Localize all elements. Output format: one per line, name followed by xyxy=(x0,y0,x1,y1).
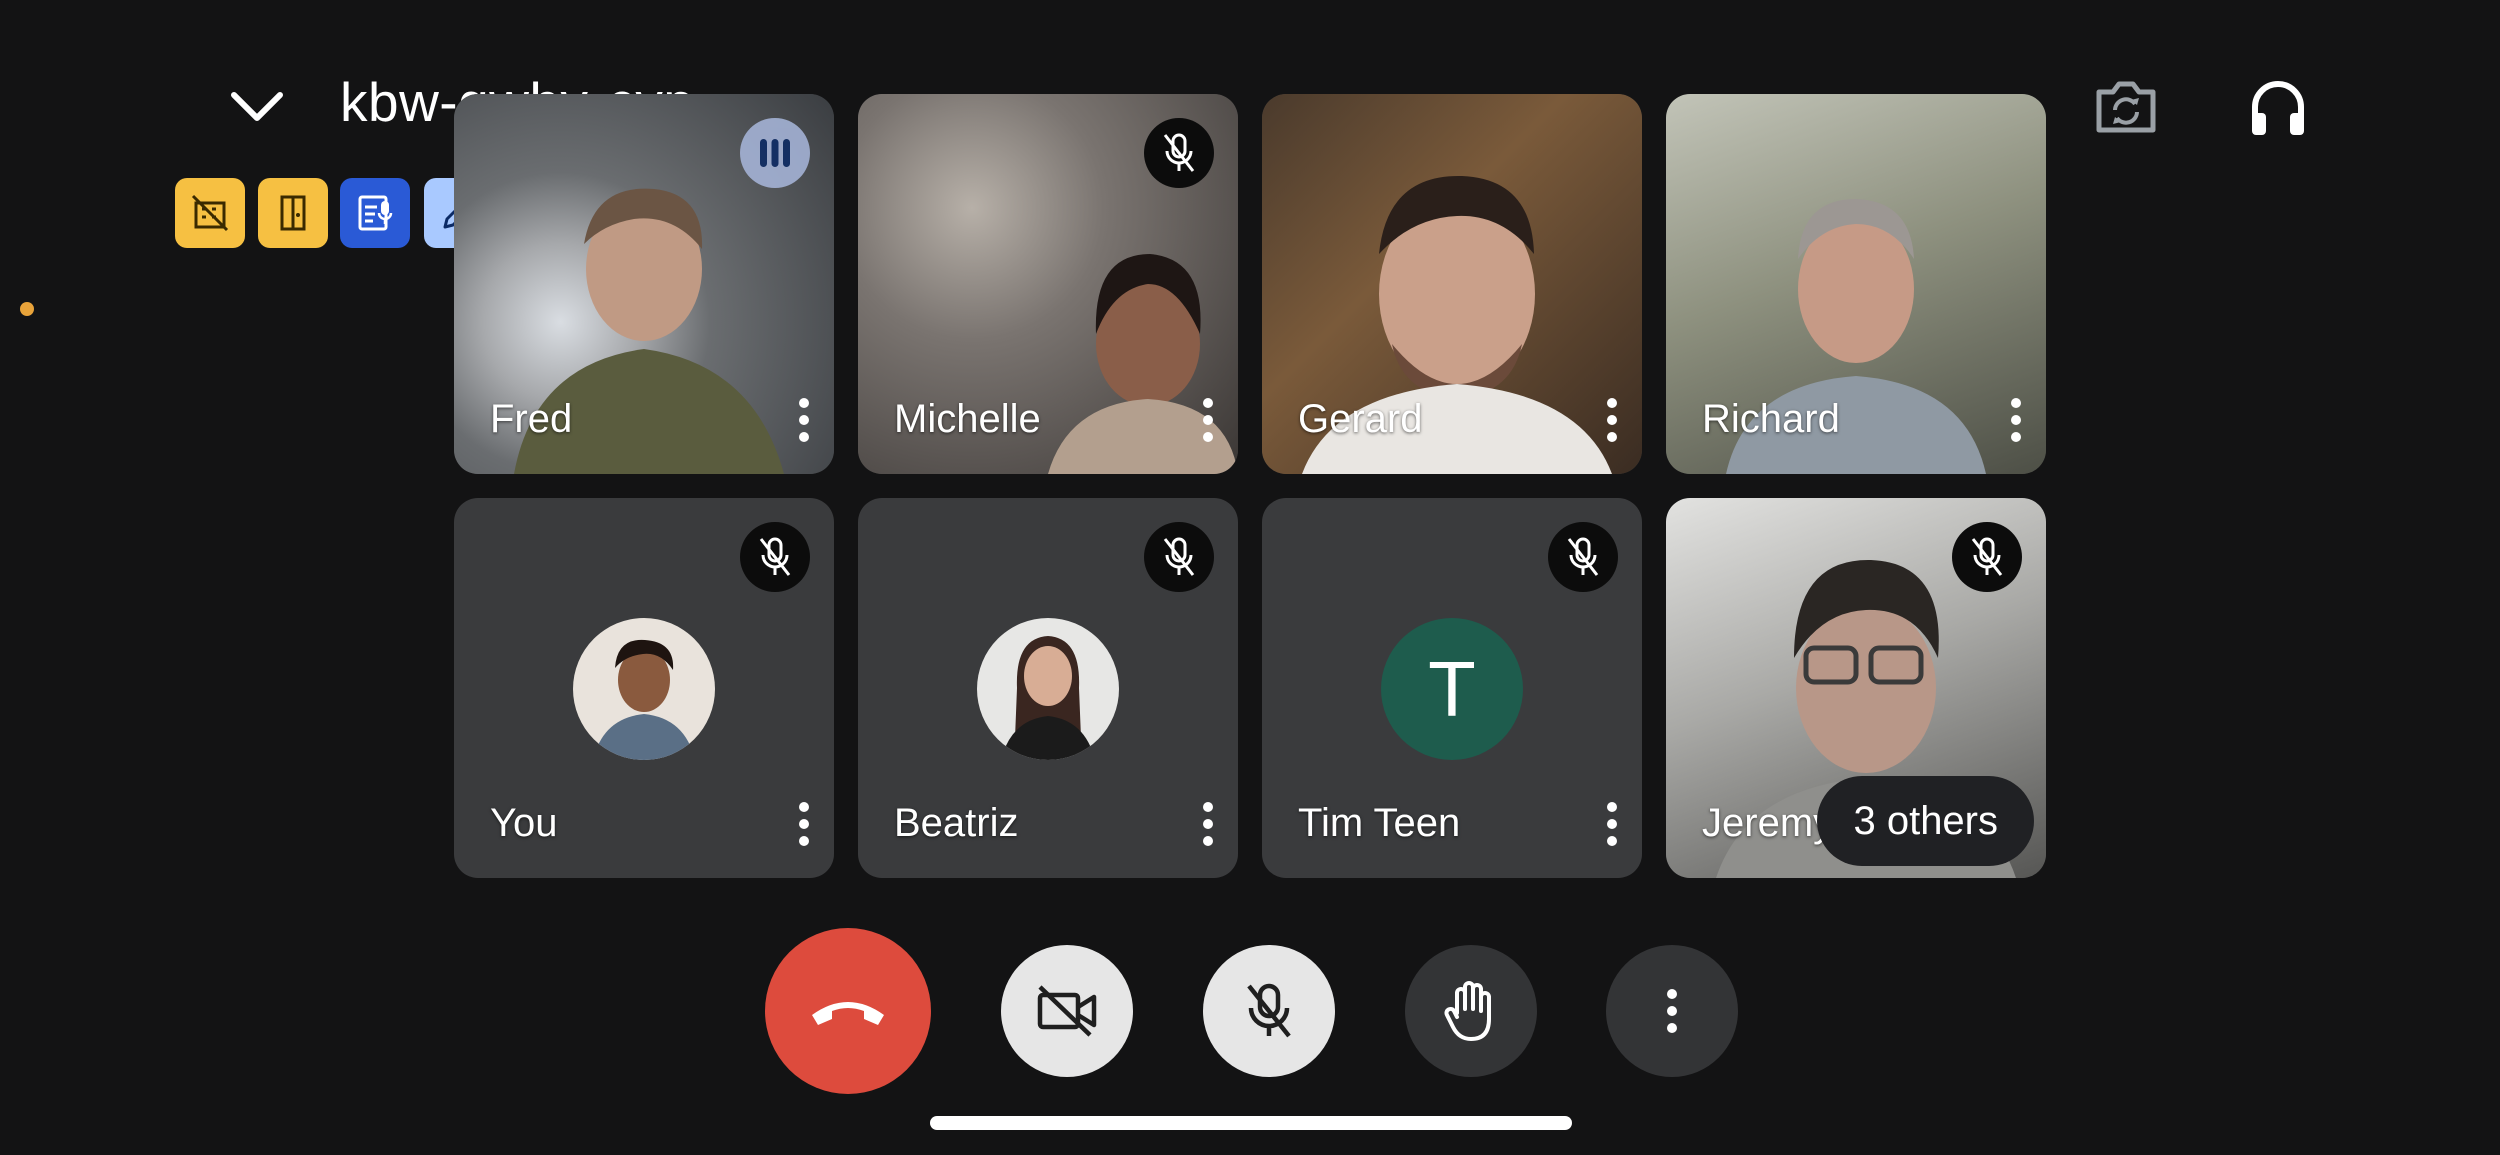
participant-name: Beatriz xyxy=(894,801,1019,845)
participant-name: Gerard xyxy=(1298,397,1423,441)
participant-options-button[interactable] xyxy=(784,796,824,852)
avatar xyxy=(573,618,715,760)
participant-tile-fred[interactable]: Fred xyxy=(454,94,834,474)
participant-name: Tim Teen xyxy=(1298,801,1461,845)
home-indicator[interactable] xyxy=(930,1116,1572,1130)
mic-off-icon xyxy=(1247,983,1291,1038)
participant-tile-richard[interactable]: Richard xyxy=(1666,94,2046,474)
others-count-badge[interactable]: 3 others xyxy=(1817,776,2034,866)
microphone-toggle-button[interactable] xyxy=(1203,945,1335,1077)
participant-options-button[interactable] xyxy=(784,392,824,448)
participant-options-button[interactable] xyxy=(1188,796,1228,852)
muted-indicator xyxy=(740,522,810,592)
avatar: T xyxy=(1381,618,1523,760)
mic-off-icon xyxy=(1567,537,1599,576)
phone-hangup-icon xyxy=(812,1002,884,1025)
collapse-button[interactable] xyxy=(222,78,292,136)
speaking-indicator xyxy=(740,118,810,188)
participant-options-button[interactable] xyxy=(1592,796,1632,852)
background-off-chip[interactable] xyxy=(175,178,245,248)
door-icon xyxy=(280,195,306,231)
more-vertical-icon xyxy=(1607,398,1617,442)
chevron-down-icon xyxy=(231,92,283,121)
mic-off-icon xyxy=(1163,133,1195,172)
participant-tile-jeremy[interactable]: Jeremy 3 others xyxy=(1666,498,2046,878)
audio-output-button[interactable] xyxy=(2238,68,2318,148)
switch-camera-button[interactable] xyxy=(2086,72,2166,142)
more-vertical-icon xyxy=(1203,398,1213,442)
raise-hand-button[interactable] xyxy=(1405,945,1537,1077)
participant-name: Jeremy xyxy=(1702,801,1834,845)
participant-tile-tim-teen[interactable]: T Tim Teen xyxy=(1262,498,1642,878)
participant-name: You xyxy=(490,801,558,845)
more-vertical-icon xyxy=(799,802,809,846)
participant-tile-gerard[interactable]: Gerard xyxy=(1262,94,1642,474)
more-vertical-icon xyxy=(799,398,809,442)
muted-indicator xyxy=(1548,522,1618,592)
participant-tile-beatriz[interactable]: Beatriz xyxy=(858,498,1238,878)
participant-options-button[interactable] xyxy=(1188,392,1228,448)
transcript-icon xyxy=(358,195,393,231)
participant-tile-michelle[interactable]: Michelle xyxy=(858,94,1238,474)
participant-name: Richard xyxy=(1702,397,1840,441)
background-off-icon xyxy=(191,194,229,232)
video-off-icon xyxy=(1037,985,1097,1037)
transcript-chip[interactable] xyxy=(340,178,410,248)
muted-indicator xyxy=(1144,118,1214,188)
more-options-button[interactable] xyxy=(1606,945,1738,1077)
participant-name: Michelle xyxy=(894,397,1041,441)
participant-tile-you[interactable]: You xyxy=(454,498,834,878)
mic-off-icon xyxy=(1163,537,1195,576)
door-chip[interactable] xyxy=(258,178,328,248)
switch-camera-icon xyxy=(2096,81,2156,133)
camera-toggle-button[interactable] xyxy=(1001,945,1133,1077)
end-call-button[interactable] xyxy=(765,928,931,1094)
participant-name: Fred xyxy=(490,397,573,441)
more-vertical-icon xyxy=(1203,802,1213,846)
audio-level-icon xyxy=(760,139,790,167)
more-vertical-icon xyxy=(2011,398,2021,442)
muted-indicator xyxy=(1952,522,2022,592)
participant-options-button[interactable] xyxy=(1592,392,1632,448)
more-vertical-icon xyxy=(1607,802,1617,846)
headphones-icon xyxy=(2252,81,2304,135)
more-vertical-icon xyxy=(1667,989,1677,1033)
raise-hand-icon xyxy=(1444,981,1491,1041)
mic-off-icon xyxy=(759,537,791,576)
muted-indicator xyxy=(1144,522,1214,592)
notification-dot xyxy=(20,302,34,316)
mic-off-icon xyxy=(1971,537,2003,576)
participant-options-button[interactable] xyxy=(1996,392,2036,448)
avatar xyxy=(977,618,1119,760)
